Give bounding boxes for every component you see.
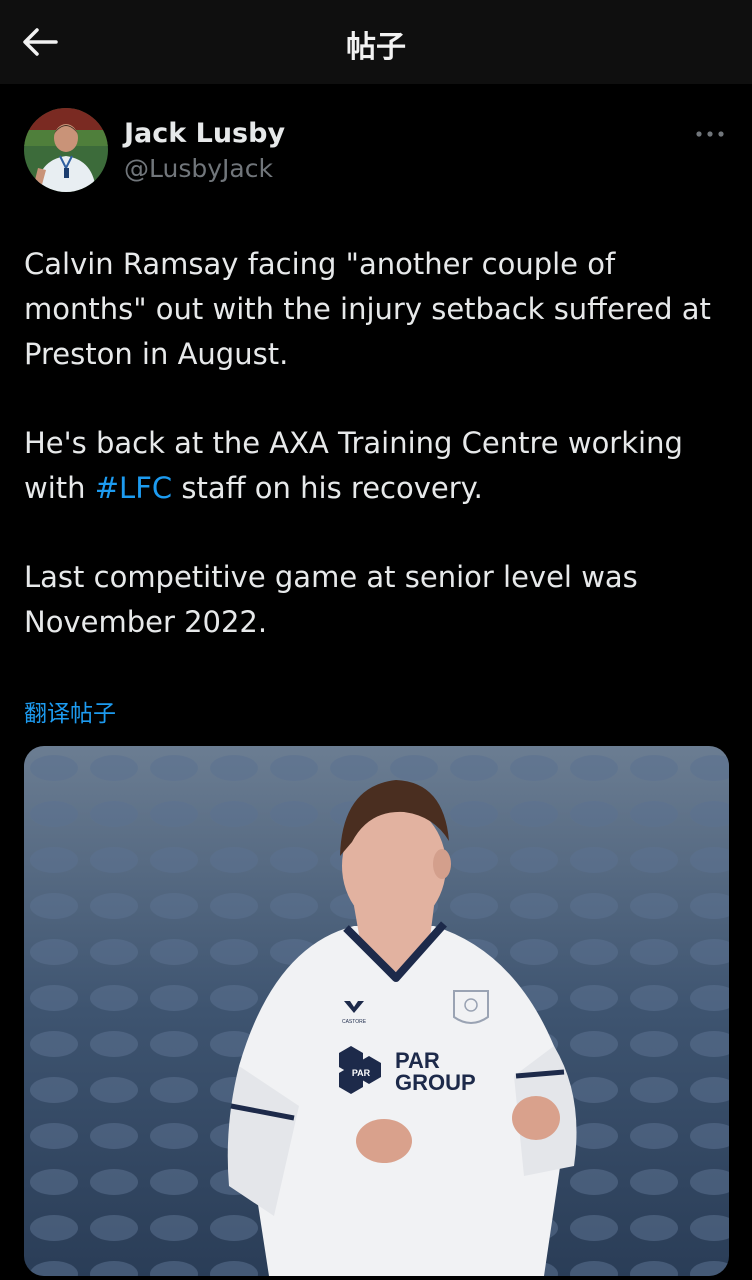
page-title: 帖子	[346, 30, 406, 65]
tweet-text: Calvin Ramsay facing "another couple of …	[24, 242, 734, 689]
more-horizontal-icon	[696, 131, 724, 137]
sponsor-badge-text: PAR	[352, 1068, 371, 1078]
top-bar: 帖子	[0, 0, 752, 84]
tweet-paragraph: Calvin Ramsay facing "another couple of …	[24, 247, 711, 371]
avatar[interactable]	[24, 108, 108, 192]
kit-brand-text: CASTORE	[342, 1019, 367, 1025]
tweet-paragraph: Last competitive game at senior level wa…	[24, 560, 638, 639]
author-row: Jack Lusby @LusbyJack	[24, 108, 728, 196]
tweet-text-segment: staff on his recovery.	[172, 471, 483, 505]
more-button[interactable]	[692, 122, 728, 146]
tweet-media-image[interactable]: CASTORE PAR PAR GROUP	[24, 746, 729, 1276]
translate-post-link[interactable]: 翻译帖子	[24, 694, 116, 728]
author-name[interactable]: Jack Lusby	[124, 118, 285, 149]
author-handle[interactable]: @LusbyJack	[124, 154, 273, 183]
tweet-paragraph: He's back at the AXA Training Centre wor…	[24, 421, 734, 511]
sponsor-line2: GROUP	[395, 1070, 476, 1095]
hashtag-link[interactable]: #LFC	[95, 471, 172, 505]
